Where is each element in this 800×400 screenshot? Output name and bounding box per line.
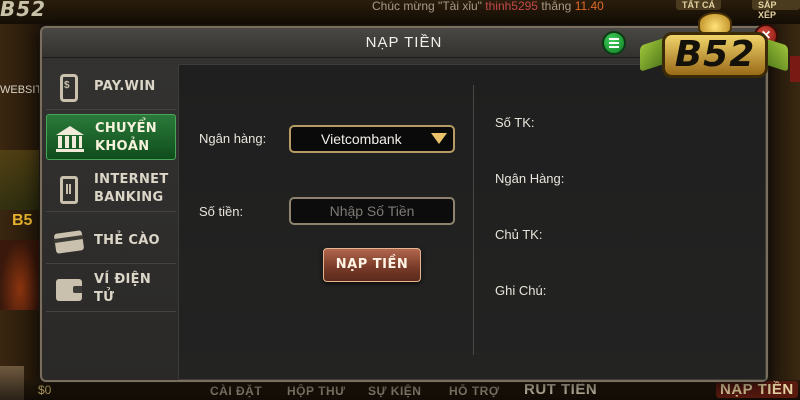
card-icon [53, 227, 85, 257]
sidebar-item-label: VÍ ĐIỆN TỬ [94, 272, 152, 305]
background-tab-all[interactable]: TẤT CẢ [676, 0, 721, 10]
amount-input[interactable] [289, 197, 455, 225]
ticker-mid: thắng [541, 0, 572, 13]
phone-pay-icon [54, 73, 84, 103]
background-right-marker [790, 56, 800, 82]
background-left-banner [0, 150, 40, 210]
sidebar-item-scratch-card[interactable]: THẺ CÀO [46, 218, 176, 264]
chevron-down-icon [431, 133, 447, 144]
transfer-note-label: Ghi Chú: [495, 283, 547, 298]
sidebar-item-paywin[interactable]: PAY.WIN [46, 64, 176, 110]
ticker-prefix: Chúc mừng "Tài xỉu" [372, 0, 482, 13]
payment-method-sidebar: PAY.WIN CHUYỂN KHOẢN INTERNET BANKING TH… [42, 60, 176, 380]
sidebar-item-label: PAY.WIN [94, 79, 156, 94]
ticker-player-name: thinh5295 [485, 0, 538, 13]
background-tab-sort[interactable]: SẮP XẾP [752, 0, 800, 20]
internet-banking-icon [54, 175, 84, 205]
bottom-nav-support[interactable]: HỖ TRỢ [449, 384, 500, 398]
background-logo: B52 [0, 0, 47, 21]
sidebar-item-label: INTERNET BANKING [94, 172, 169, 205]
sidebar-item-label: THẺ CÀO [94, 233, 160, 248]
background-coin-balance: $0 [38, 383, 52, 397]
sidebar-item-internet-banking[interactable]: INTERNET BANKING [46, 166, 176, 212]
bottom-nav-withdraw[interactable]: RÚT TIỀN [524, 381, 597, 398]
background-avatar[interactable] [0, 366, 24, 400]
panel-divider [473, 85, 474, 355]
wallet-icon [54, 275, 84, 305]
sidebar-item-label: CHUYỂN KHOẢN [95, 121, 157, 154]
amount-label: Số tiền: [199, 204, 244, 219]
logo-badge: B52 [662, 32, 768, 78]
bank-select[interactable]: Vietcombank [289, 125, 455, 153]
bottom-nav-settings[interactable]: CÀI ĐẶT [210, 384, 262, 398]
background-left-badge: B5 [12, 212, 33, 229]
bank-name-label: Ngân Hàng: [495, 171, 565, 186]
bottom-nav-mailbox[interactable]: HỘP THƯ [287, 384, 346, 398]
bank-label: Ngân hàng: [199, 131, 267, 146]
b52-logo: B52 [640, 10, 790, 90]
bottom-nav-events[interactable]: SỰ KIỆN [368, 384, 421, 398]
crown-icon [698, 12, 732, 34]
bank-select-value: Vietcombank [321, 131, 402, 147]
logo-text: B52 [674, 34, 756, 75]
winner-ticker: Chúc mừng "Tài xỉu" thinh5295 thắng 11.4… [372, 0, 604, 12]
account-number-label: Số TK: [495, 115, 535, 130]
list-icon [609, 38, 619, 48]
background-fire-art [0, 240, 40, 310]
history-button[interactable] [602, 31, 626, 55]
deposit-form-panel: Ngân hàng: Vietcombank Số tiền: NẠP TIỀN… [178, 64, 766, 380]
sidebar-item-e-wallet[interactable]: VÍ ĐIỆN TỬ [46, 266, 176, 312]
deposit-submit-button[interactable]: NẠP TIỀN [323, 248, 421, 282]
bank-icon [55, 124, 85, 154]
bottom-nav-deposit[interactable]: NẠP TIỀN [716, 381, 798, 398]
ticker-amount: 11.40 [574, 0, 604, 13]
account-holder-label: Chủ TK: [495, 227, 543, 242]
sidebar-item-bank-transfer[interactable]: CHUYỂN KHOẢN [46, 114, 176, 160]
